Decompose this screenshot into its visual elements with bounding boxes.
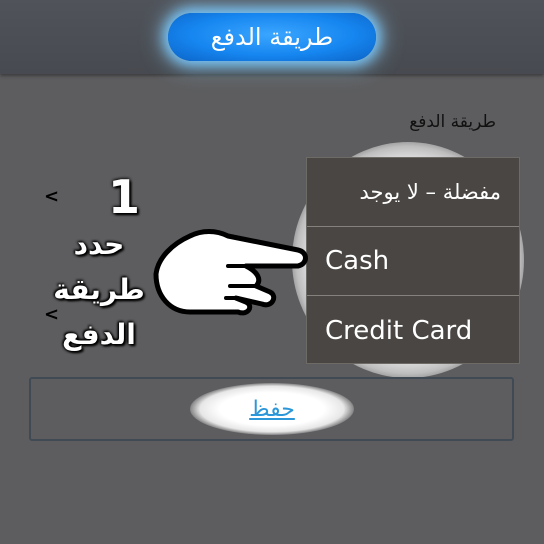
option-credit-card[interactable]: Credit Card [307,296,519,365]
step-number: 1 [107,170,140,224]
save-button[interactable]: حفظ [210,390,334,428]
page-title: طريقة الدفع [168,13,376,61]
chevron-left-icon: < [44,186,60,207]
option-cash[interactable]: Cash [307,227,519,296]
payment-options-list: مفضلة – لا يوجد Cash Credit Card [306,157,520,364]
step-instruction: حدد طريقة الدفع [53,228,145,351]
app-header: طريقة الدفع [0,0,544,74]
payment-method-label: طريقة الدفع [409,112,496,132]
pointing-hand-icon [153,229,308,316]
option-preferred-none[interactable]: مفضلة – لا يوجد [307,158,519,227]
